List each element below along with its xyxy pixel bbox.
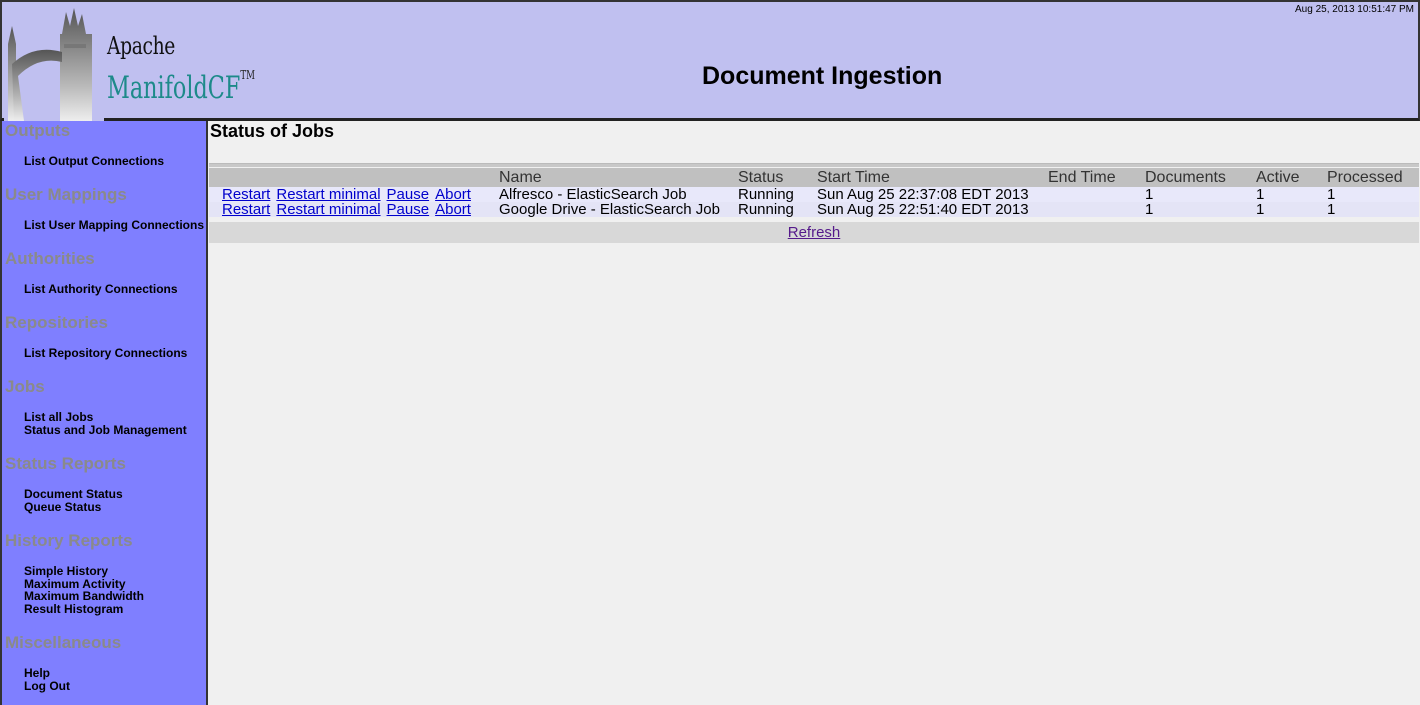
column-header-status: Status [738, 168, 817, 187]
job-processed: 1 [1327, 202, 1419, 217]
logo-product-name: ManifoldCF [107, 70, 241, 106]
job-start-time: Sun Aug 25 22:37:08 EDT 2013 [817, 187, 1048, 202]
job-documents: 1 [1145, 202, 1256, 217]
logo-manifoldcf-text: ManifoldCFTM [107, 68, 255, 106]
job-actions: Restart Restart minimal Pause Abort [209, 187, 499, 202]
nav-link-list-user-mapping-connections[interactable]: List User Mapping Connections [24, 219, 206, 232]
nav-section-user-mappings: User Mappings List User Mapping Connecti… [2, 185, 206, 249]
column-header-end-time: End Time [1048, 168, 1145, 187]
refresh-link[interactable]: Refresh [788, 224, 841, 241]
job-end-time [1048, 187, 1145, 202]
jobs-table: Name Status Start Time End Time Document… [209, 168, 1419, 217]
job-name: Google Drive - ElasticSearch Job [499, 202, 738, 217]
job-active: 1 [1256, 187, 1327, 202]
pause-link[interactable]: Pause [387, 201, 430, 218]
table-row: Restart Restart minimal Pause Abort Google … [209, 202, 1419, 217]
nav-link-list-all-jobs[interactable]: List all Jobs [24, 411, 206, 424]
nav-link-list-authority-connections[interactable]: List Authority Connections [24, 283, 206, 296]
job-actions: Restart Restart minimal Pause Abort [209, 202, 499, 217]
nav-section-title: Miscellaneous [5, 633, 122, 652]
nav-section-history-reports: History Reports Simple History Maximum A… [2, 531, 206, 633]
column-header-actions [209, 168, 499, 187]
job-end-time [1048, 202, 1145, 217]
nav-section-title: Authorities [5, 249, 95, 268]
navigation-sidebar: Outputs List Output Connections User Map… [0, 121, 208, 705]
job-start-time: Sun Aug 25 22:51:40 EDT 2013 [817, 202, 1048, 217]
column-header-processed: Processed [1327, 168, 1419, 187]
nav-section-title: History Reports [5, 531, 133, 550]
main-content: Status of Jobs Name Status Start Time En… [208, 121, 1420, 705]
nav-link-help[interactable]: Help [24, 667, 206, 680]
nav-section-miscellaneous: Miscellaneous Help Log Out [2, 633, 206, 697]
column-header-start-time: Start Time [817, 168, 1048, 187]
nav-section-jobs: Jobs List all Jobs Status and Job Manage… [2, 377, 206, 454]
current-timestamp: Aug 25, 2013 10:51:47 PM [1295, 4, 1414, 15]
nav-link-list-output-connections[interactable]: List Output Connections [24, 155, 206, 168]
nav-link-queue-status[interactable]: Queue Status [24, 500, 206, 514]
restart-link[interactable]: Restart [222, 201, 270, 218]
nav-section-title: Outputs [5, 121, 71, 140]
job-status: Running [738, 202, 817, 217]
nav-link-list-repository-connections[interactable]: List Repository Connections [24, 347, 206, 360]
table-header-row: Name Status Start Time End Time Document… [209, 168, 1419, 187]
section-title: Status of Jobs [210, 121, 335, 141]
logo-apache-text: Apache [107, 32, 175, 60]
nav-link-result-histogram[interactable]: Result Histogram [24, 603, 206, 616]
job-processed: 1 [1327, 187, 1419, 202]
job-documents: 1 [1145, 187, 1256, 202]
page-heading: Document Ingestion [702, 62, 943, 90]
abort-link[interactable]: Abort [435, 201, 471, 218]
nav-section-title: Jobs [5, 377, 45, 396]
column-header-active: Active [1256, 168, 1327, 187]
column-header-name: Name [499, 168, 738, 187]
nav-section-title: Repositories [5, 313, 108, 332]
manifoldcf-logo: Apache ManifoldCFTM [4, 4, 255, 121]
job-status: Running [738, 187, 817, 202]
nav-section-authorities: Authorities List Authority Connections [2, 249, 206, 313]
logo-trademark: TM [240, 68, 255, 82]
restart-minimal-link[interactable]: Restart minimal [276, 201, 380, 218]
nav-section-outputs: Outputs List Output Connections [2, 121, 206, 185]
nav-link-status-and-job-management[interactable]: Status and Job Management [24, 423, 206, 437]
refresh-bar: Refresh [209, 222, 1419, 243]
job-active: 1 [1256, 202, 1327, 217]
job-name: Alfresco - ElasticSearch Job [499, 187, 738, 202]
page-header: Apache ManifoldCFTM Document Ingestion A… [0, 0, 1420, 121]
nav-link-document-status[interactable]: Document Status [24, 488, 206, 501]
nav-section-repositories: Repositories List Repository Connections [2, 313, 206, 377]
divider [209, 163, 1419, 167]
table-row: Restart Restart minimal Pause Abort Alfresc… [209, 187, 1419, 202]
nav-link-simple-history[interactable]: Simple History [24, 565, 206, 578]
nav-section-status-reports: Status Reports Document Status Queue Sta… [2, 454, 206, 531]
nav-link-log-out[interactable]: Log Out [24, 679, 206, 693]
nav-section-title: Status Reports [5, 454, 126, 473]
tower-bridge-icon [4, 4, 104, 121]
nav-section-title: User Mappings [5, 185, 127, 204]
column-header-documents: Documents [1145, 168, 1256, 187]
